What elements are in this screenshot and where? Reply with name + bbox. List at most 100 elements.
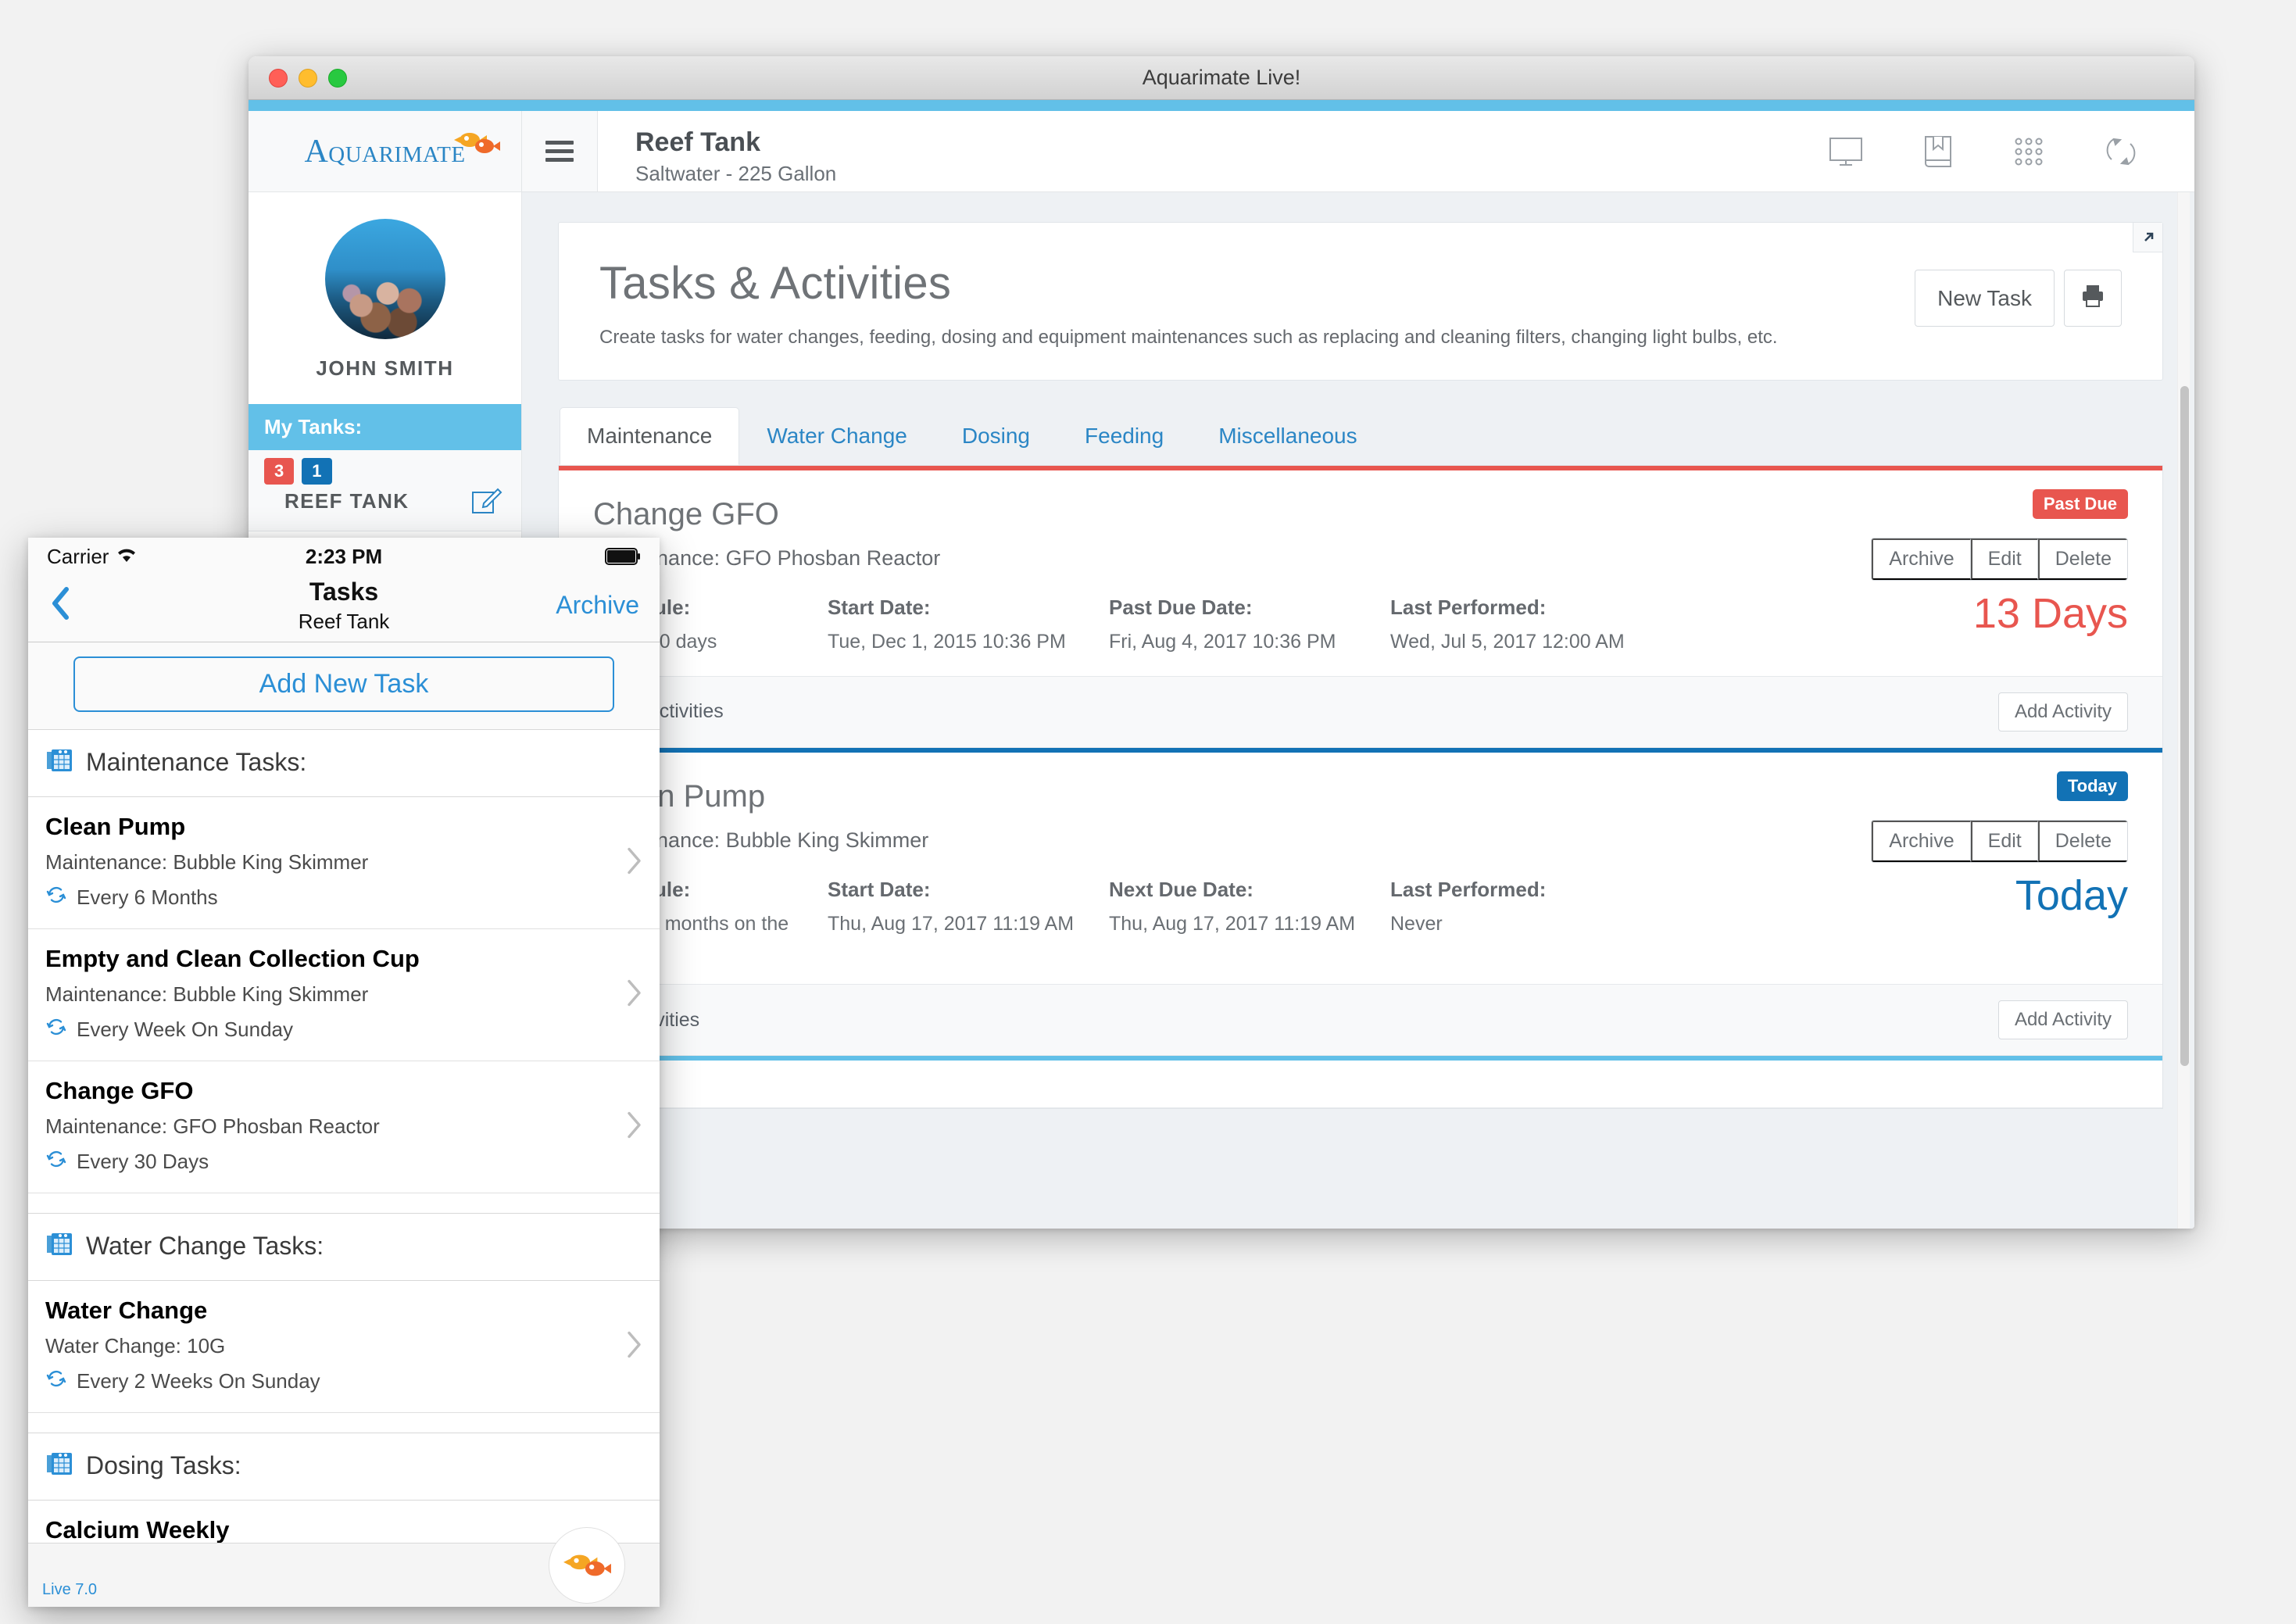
logo[interactable]: Aquarimate	[249, 111, 522, 191]
hamburger-icon	[545, 136, 574, 166]
phone-status-bar: Carrier 2:23 PM	[28, 538, 660, 575]
grid-icon[interactable]	[2013, 136, 2044, 167]
task-card-body	[559, 1061, 2162, 1107]
section-spacer	[28, 1413, 660, 1433]
menu-toggle-button[interactable]	[522, 111, 598, 191]
section-header-dosing: Dosing Tasks:	[28, 1433, 660, 1501]
logo-text: Aquarimate	[304, 133, 466, 170]
tab-dosing[interactable]: Dosing	[935, 407, 1057, 465]
field-value: Fri, Aug 4, 2017 10:36 PM	[1109, 631, 1336, 653]
current-tank-info: Reef Tank Saltwater - 225 Gallon	[598, 111, 1829, 191]
scrollbar-thumb[interactable]	[2180, 386, 2189, 1066]
list-item[interactable]: Empty and Clean Collection Cup Maintenan…	[28, 929, 660, 1061]
delete-button[interactable]: Delete	[2037, 538, 2127, 580]
task-field: Last Performed: Never	[1390, 878, 1672, 964]
page-header-panel: Tasks & Activities Create tasks for wate…	[558, 222, 2163, 381]
tab-maintenance[interactable]: Maintenance	[560, 407, 740, 465]
tab-miscellaneous[interactable]: Miscellaneous	[1191, 407, 1384, 465]
main-content: Tasks & Activities Create tasks for wate…	[522, 192, 2194, 1229]
main-scrollbar[interactable]	[2177, 192, 2190, 1229]
task-card: Past Due Archive Edit Delete Change GFO …	[559, 466, 2162, 748]
task-list: Past Due Archive Edit Delete Change GFO …	[558, 465, 2163, 1110]
task-card: Today Archive Edit Delete Clean Pump Mai…	[559, 747, 2162, 1057]
add-activity-button[interactable]: Add Activity	[1997, 692, 2128, 732]
task-name: Empty and Clean Collection Cup	[45, 945, 420, 972]
user-name: JOHN SMITH	[316, 356, 454, 380]
chevron-right-icon	[625, 978, 642, 1012]
page-description: Create tasks for water changes, feeding,…	[599, 327, 1778, 348]
field-label: Start Date:	[828, 877, 931, 901]
fish-logo-icon[interactable]	[549, 1527, 625, 1604]
add-activity-button[interactable]: Add Activity	[1997, 1000, 2128, 1040]
field-value: Tue, Dec 1, 2015 10:36 PM	[828, 631, 1066, 653]
print-button[interactable]	[2064, 270, 2122, 327]
add-new-task-button[interactable]: Add New Task	[73, 656, 614, 712]
task-repeat: Every Week On Sunday	[45, 1016, 642, 1043]
edit-button[interactable]: Edit	[1970, 538, 2038, 580]
tab-water-change[interactable]: Water Change	[739, 407, 935, 465]
list-item[interactable]: Water Change Water Change: 10G Every 2 W…	[28, 1281, 660, 1413]
page-actions: New Task	[1915, 270, 2122, 327]
window-titlebar: Aquarimate Live!	[249, 56, 2194, 100]
section-header-water-change: Water Change Tasks:	[28, 1214, 660, 1281]
task-name: Water Change	[45, 1297, 208, 1324]
field-label: Start Date:	[828, 596, 931, 619]
printer-icon	[2080, 283, 2105, 313]
task-countdown: Today	[2015, 871, 2128, 919]
task-repeat: Every 6 Months	[45, 884, 642, 911]
status-badge: Past Due	[2032, 489, 2128, 519]
task-repeat-text: Every 2 Weeks On Sunday	[77, 1369, 320, 1393]
task-repeat-text: Every 30 Days	[77, 1150, 209, 1173]
new-task-button[interactable]: New Task	[1915, 270, 2055, 327]
tank-subtitle: Saltwater - 225 Gallon	[635, 161, 837, 185]
repeat-icon	[45, 1148, 67, 1175]
phone-footer: Live 7.0	[28, 1527, 660, 1607]
task-name: Clean Pump	[45, 813, 186, 840]
task-repeat-text: Every Week On Sunday	[77, 1018, 293, 1041]
chevron-left-icon[interactable]	[48, 585, 72, 626]
section-header-maintenance: Maintenance Tasks:	[28, 730, 660, 797]
avatar[interactable]	[324, 219, 445, 339]
task-fields: Schedule: Every 30 days Start Date: Tue,…	[593, 596, 2128, 656]
badge-overdue-count: 3	[264, 458, 295, 485]
sidebar-tank-name: REEF TANK	[284, 488, 409, 513]
repeat-icon	[45, 1368, 67, 1395]
calendar-icon	[45, 1231, 73, 1261]
task-field: Next Due Date: Thu, Aug 17, 2017 11:19 A…	[1109, 878, 1390, 964]
archive-button[interactable]: Archive	[1872, 538, 1971, 580]
delete-button[interactable]: Delete	[2037, 820, 2127, 862]
tab-feeding[interactable]: Feeding	[1057, 407, 1191, 465]
archive-button[interactable]: Archive	[1872, 820, 1971, 862]
task-name: Calcium Weekly	[45, 1516, 230, 1544]
task-card-body: Past Due Archive Edit Delete Change GFO …	[559, 470, 2162, 676]
section-title: Water Change Tasks:	[86, 1232, 324, 1260]
task-name: Change GFO	[45, 1077, 194, 1104]
field-value: Wed, Jul 5, 2017 12:00 AM	[1390, 631, 1625, 653]
chevron-right-icon	[625, 1111, 642, 1144]
list-item[interactable]: Clean Pump Maintenance: Bubble King Skim…	[28, 797, 660, 929]
field-label: Last Performed:	[1390, 596, 1547, 619]
task-repeat: Every 2 Weeks On Sunday	[45, 1368, 642, 1395]
task-card	[559, 1056, 2162, 1109]
task-row-actions: Archive Edit Delete	[1871, 538, 2128, 581]
task-repeat: Every 30 Days	[45, 1148, 642, 1175]
list-item[interactable]: Change GFO Maintenance: GFO Phosban Reac…	[28, 1061, 660, 1193]
sync-icon[interactable]	[2104, 134, 2138, 169]
edit-button[interactable]: Edit	[1970, 820, 2038, 862]
phone-add-bar: Add New Task	[28, 642, 660, 730]
status-badge: Today	[2056, 771, 2128, 801]
app-version: Live 7.0	[42, 1581, 98, 1598]
task-field: Past Due Date: Fri, Aug 4, 2017 10:36 PM	[1109, 596, 1390, 656]
edit-pencil-icon[interactable]	[471, 485, 502, 520]
task-detail: Maintenance: GFO Phosban Reactor	[45, 1114, 380, 1138]
task-countdown: 13 Days	[1972, 590, 2128, 637]
sidebar-item-reef-tank[interactable]: 3 1 REEF TANK	[249, 450, 521, 531]
monitor-icon[interactable]	[1829, 136, 1863, 167]
expand-arrow-icon[interactable]	[2133, 223, 2162, 252]
journal-icon[interactable]	[1922, 135, 1954, 168]
task-detail: Water Change: 10G	[45, 1334, 226, 1358]
task-field: Start Date: Tue, Dec 1, 2015 10:36 PM	[828, 596, 1109, 656]
task-fields: Schedule: Every 6 months on the 17th Sta…	[593, 878, 2128, 964]
task-detail: Maintenance: Bubble King Skimmer	[45, 850, 369, 874]
archive-link[interactable]: Archive	[556, 591, 639, 620]
